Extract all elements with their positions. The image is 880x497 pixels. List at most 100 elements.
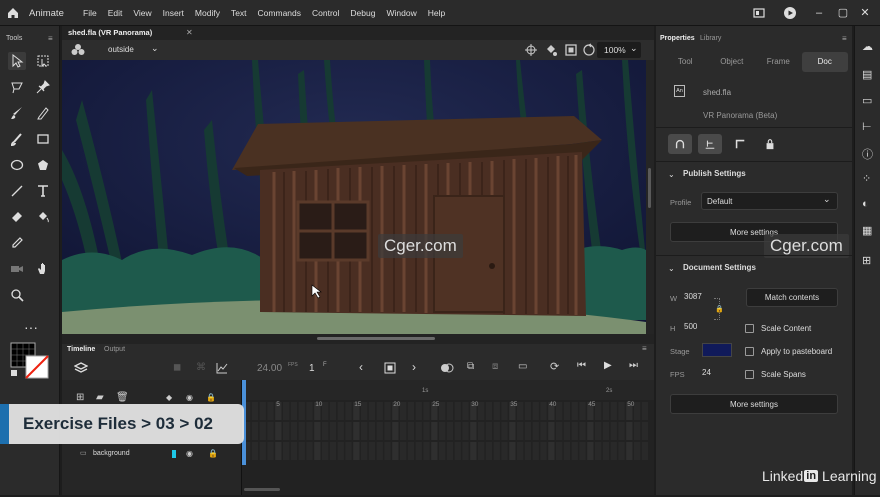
layer-color-swatch[interactable] (172, 450, 176, 458)
edit-multiple-icon[interactable]: ⧈ (492, 361, 498, 372)
transform-icon[interactable]: ▭ (862, 94, 872, 107)
frame-cell[interactable] (384, 402, 391, 420)
frame-cell[interactable] (361, 402, 368, 420)
frame-cell[interactable] (345, 442, 352, 460)
frame-cell[interactable] (431, 422, 438, 440)
frame-cell[interactable] (423, 442, 430, 460)
frame-cell[interactable] (556, 442, 563, 460)
frame-cell[interactable] (345, 402, 352, 420)
layer-visibility-icon[interactable]: ◉ (186, 449, 193, 458)
onion-skin-icon[interactable] (440, 362, 454, 374)
frame-cell[interactable] (376, 442, 383, 460)
frame-cell[interactable] (626, 442, 633, 460)
publish-chevron-icon[interactable]: ⌄ (668, 170, 675, 179)
frame-cell[interactable] (415, 402, 422, 420)
frame-cell[interactable] (462, 402, 469, 420)
frame-cell[interactable] (595, 442, 602, 460)
frame-cell[interactable] (517, 402, 524, 420)
frame-cell[interactable] (376, 402, 383, 420)
match-contents-button[interactable]: Match contents (746, 288, 838, 307)
frame-cell[interactable] (462, 422, 469, 440)
frame-cell[interactable] (493, 402, 500, 420)
tab-library[interactable]: Library (700, 35, 721, 42)
frame-cell[interactable] (423, 402, 430, 420)
frame-cell[interactable] (454, 442, 461, 460)
scale-spans-checkbox[interactable] (745, 370, 754, 379)
eyedropper-tool-icon[interactable] (8, 234, 26, 252)
corner-icon[interactable] (728, 134, 752, 154)
graph-icon[interactable] (215, 361, 229, 375)
frame-cell[interactable] (306, 442, 313, 460)
frame-cell[interactable] (259, 402, 266, 420)
frame-cell[interactable] (548, 442, 555, 460)
frame-cell[interactable] (563, 422, 571, 440)
fps-field[interactable]: 24 (702, 368, 711, 377)
frame-cell[interactable] (368, 442, 376, 460)
menu-help[interactable]: Help (428, 8, 445, 18)
frame-cell[interactable] (361, 422, 368, 440)
frame-cell[interactable] (446, 422, 454, 440)
workspace-icon[interactable] (752, 6, 766, 20)
frame-cell[interactable] (423, 422, 430, 440)
line-tool-icon[interactable] (8, 182, 26, 200)
frame-cell[interactable] (384, 442, 391, 460)
frame-cell[interactable] (329, 422, 337, 440)
assets-icon[interactable]: ☁ (862, 40, 873, 53)
frame-cell[interactable] (290, 402, 298, 420)
paint-bucket-tool-icon[interactable] (34, 208, 52, 226)
menu-file[interactable]: File (83, 8, 97, 18)
zoom-field[interactable]: 100% ⌄ (597, 42, 641, 58)
frame-cell[interactable] (329, 402, 337, 420)
frame-cell[interactable] (353, 442, 360, 460)
scene-icon[interactable] (71, 43, 85, 57)
timeline-scroll-thumb[interactable] (244, 488, 280, 491)
frame-cell[interactable] (618, 442, 625, 460)
clip-stage-icon[interactable] (564, 43, 578, 57)
lock-icon[interactable] (758, 134, 782, 154)
loop-icon[interactable]: ⟳ (550, 360, 559, 373)
fps-value[interactable]: 24.00 (257, 363, 282, 374)
tab-properties[interactable]: Properties (660, 35, 695, 42)
frame-cell[interactable] (571, 422, 578, 440)
pin-tool-icon[interactable] (34, 78, 52, 96)
frame-cell[interactable] (353, 422, 360, 440)
subtab-object[interactable]: Object (709, 52, 756, 72)
scale-content-checkbox[interactable] (745, 324, 754, 333)
stage-color-swatch[interactable] (702, 343, 732, 357)
frame-cell[interactable] (392, 442, 399, 460)
frame-cell[interactable] (298, 402, 305, 420)
frame-cell[interactable] (579, 442, 586, 460)
camera-icon[interactable]: ◼ (173, 362, 181, 373)
stroke-fill-swatch[interactable] (10, 342, 50, 380)
frame-cell[interactable] (610, 442, 617, 460)
frame-cell[interactable] (267, 442, 274, 460)
rectangle-tool-icon[interactable] (34, 130, 52, 148)
profile-dropdown[interactable]: Default ⌄ (701, 192, 838, 210)
selection-tool-icon[interactable] (8, 52, 26, 70)
frame-cell[interactable] (415, 442, 422, 460)
frame-cell[interactable] (524, 442, 532, 460)
frame-cell[interactable] (314, 442, 321, 460)
menu-modify[interactable]: Modify (195, 8, 220, 18)
height-field[interactable]: 500 (684, 322, 697, 331)
frame-cell[interactable] (337, 402, 344, 420)
frame-cell[interactable] (602, 402, 610, 420)
lock-all-layers-icon[interactable]: 🔒 (206, 393, 216, 402)
frame-cell[interactable] (439, 442, 446, 460)
text-tool-icon[interactable] (34, 182, 52, 200)
frame-cell[interactable] (509, 422, 516, 440)
frame-cell[interactable] (493, 422, 500, 440)
frame-cell[interactable] (478, 442, 485, 460)
components-icon[interactable]: ⊞ (862, 254, 871, 267)
center-stage-icon[interactable] (524, 43, 538, 57)
color-icon[interactable]: ◐ (862, 198, 869, 210)
frame-cell[interactable] (290, 422, 298, 440)
polystar-tool-icon[interactable] (34, 156, 52, 174)
hand-tool-icon[interactable] (34, 260, 52, 278)
frame-cell[interactable] (298, 422, 305, 440)
frame-cell[interactable] (439, 402, 446, 420)
frame-cell[interactable] (392, 422, 399, 440)
frame-cell[interactable] (454, 402, 461, 420)
prev-keyframe-icon[interactable]: ‹ (359, 360, 363, 374)
frame-cell[interactable] (501, 402, 508, 420)
